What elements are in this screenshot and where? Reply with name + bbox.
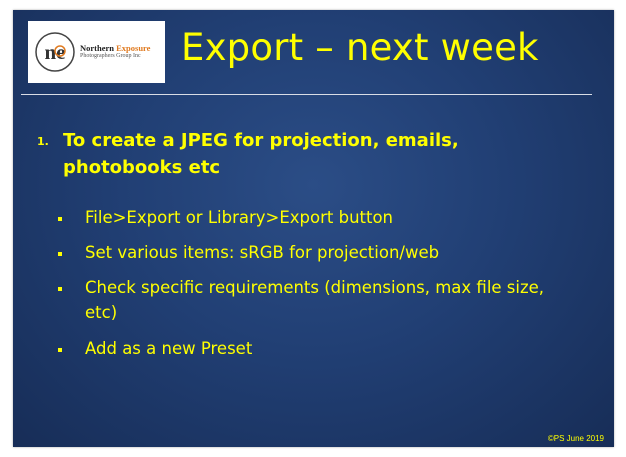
slide-title: Export – next week <box>181 26 539 69</box>
numbered-item-marker: 1. <box>37 135 49 148</box>
bullet-text: Add as a new Preset <box>85 339 253 358</box>
bullet-square-icon <box>58 252 62 256</box>
logo-name: Northern Exposure <box>80 43 151 54</box>
bullet-square-icon <box>58 217 62 221</box>
logo-mark-icon: ne <box>34 31 76 73</box>
logo-subtitle: Photographers Group Inc <box>80 53 141 60</box>
bullet-text: Set various items: sRGB for projection/w… <box>85 243 440 262</box>
bullet-square-icon <box>58 348 62 352</box>
bullet-text: Check specific requirements (dimensions,… <box>85 278 545 322</box>
numbered-item-text: To create a JPEG for projection, emails,… <box>63 130 459 178</box>
title-divider <box>21 94 592 95</box>
bullet-text: File>Export or Library>Export button <box>85 208 394 227</box>
logo-text: Northern Exposure Photographers Group In… <box>80 43 151 60</box>
logo-name-part2: Exposure <box>116 43 151 54</box>
copyright-footer: ©PS June 2019 <box>547 434 604 443</box>
slide: ne Northern Exposure Photographers Group… <box>13 10 614 447</box>
logo-name-part1: Northern <box>80 43 117 54</box>
club-logo: ne Northern Exposure Photographers Group… <box>28 21 165 83</box>
bullet-square-icon <box>58 287 62 291</box>
